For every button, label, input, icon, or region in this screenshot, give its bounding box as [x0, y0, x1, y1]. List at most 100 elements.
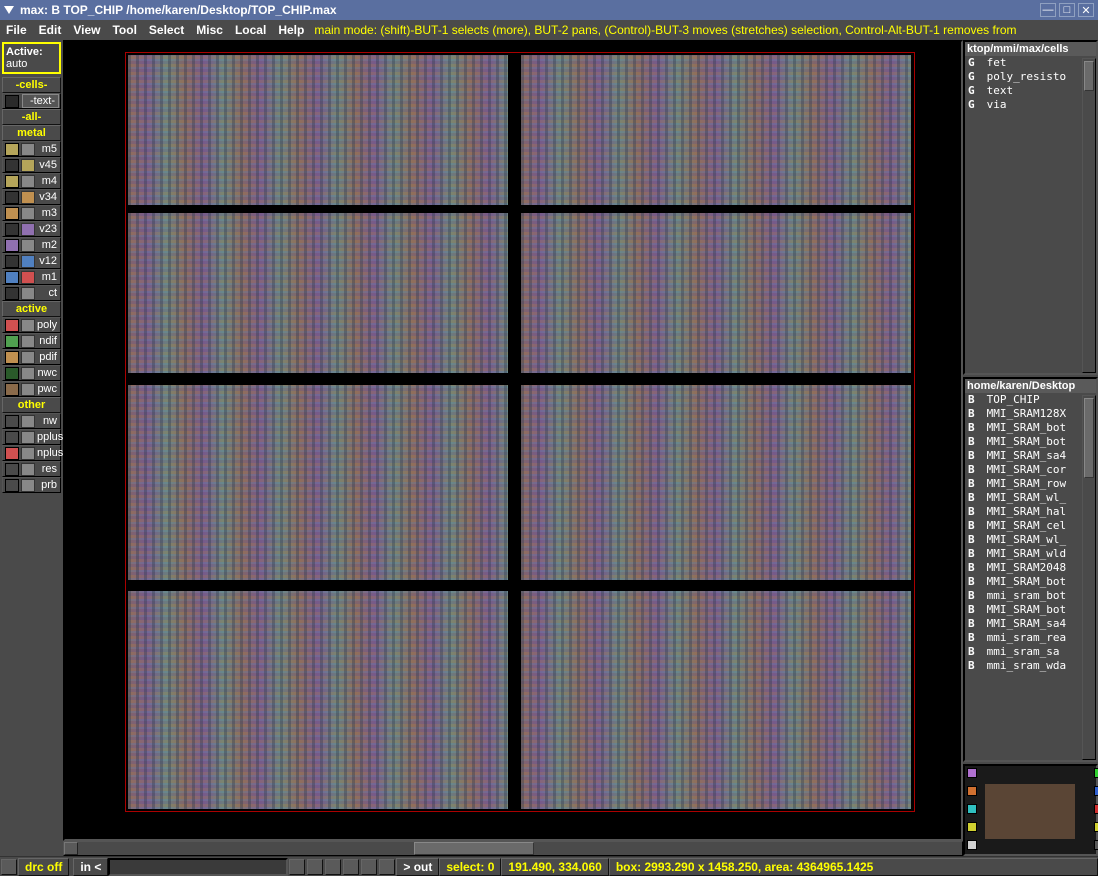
- color-swatch[interactable]: [1094, 786, 1098, 796]
- layer-palette: Active: auto -cells- -text- -all- metal …: [0, 40, 63, 856]
- layer-pplus[interactable]: pplus: [2, 429, 61, 445]
- layer-m3[interactable]: m3: [2, 205, 61, 221]
- section-other[interactable]: other: [2, 397, 61, 413]
- layout-canvas[interactable]: [63, 40, 963, 841]
- maximize-button[interactable]: □: [1059, 3, 1075, 17]
- list-item[interactable]: B MMI_SRAM_bot: [965, 575, 1096, 589]
- color-swatch[interactable]: [1094, 768, 1098, 778]
- active-layer-box[interactable]: Active: auto: [2, 42, 61, 74]
- layer-prb[interactable]: prb: [2, 477, 61, 493]
- menu-edit[interactable]: Edit: [33, 21, 68, 39]
- layer-pdif[interactable]: pdif: [2, 349, 61, 365]
- status-btn[interactable]: [289, 859, 305, 875]
- color-swatch[interactable]: [967, 786, 977, 796]
- status-btn[interactable]: [1, 859, 17, 875]
- command-input[interactable]: [108, 858, 288, 876]
- layer-label: v23: [37, 223, 60, 235]
- list-item[interactable]: G via: [965, 98, 1096, 112]
- section-cells[interactable]: -cells-: [2, 77, 61, 93]
- scroll-thumb[interactable]: [414, 842, 534, 855]
- status-btn[interactable]: [379, 859, 395, 875]
- list-item[interactable]: B MMI_SRAM_bot: [965, 435, 1096, 449]
- list-item[interactable]: B mmi_sram_wda: [965, 659, 1096, 673]
- status-btn[interactable]: [361, 859, 377, 875]
- status-btn[interactable]: [343, 859, 359, 875]
- color-swatch[interactable]: [1094, 822, 1098, 832]
- layer-ct[interactable]: ct: [2, 285, 61, 301]
- swatch-icon: [5, 335, 19, 348]
- layer-m1[interactable]: m1: [2, 269, 61, 285]
- layer-nw[interactable]: nw: [2, 413, 61, 429]
- vertical-scrollbar[interactable]: [1082, 58, 1096, 373]
- layer-nplus[interactable]: nplus: [2, 445, 61, 461]
- layer-nwc[interactable]: nwc: [2, 365, 61, 381]
- layer-m4[interactable]: m4: [2, 173, 61, 189]
- color-swatch[interactable]: [967, 768, 977, 778]
- menu-file[interactable]: File: [0, 21, 33, 39]
- swatch-icon: [21, 463, 35, 476]
- color-swatch[interactable]: [967, 822, 977, 832]
- list-item[interactable]: B MMI_SRAM_sa4: [965, 617, 1096, 631]
- layer-res[interactable]: res: [2, 461, 61, 477]
- list-item[interactable]: B MMI_SRAM2048: [965, 561, 1096, 575]
- layer-v12[interactable]: v12: [2, 253, 61, 269]
- scroll-left-icon[interactable]: [64, 842, 78, 855]
- menu-help[interactable]: Help: [272, 21, 310, 39]
- list-item[interactable]: G text: [965, 84, 1096, 98]
- layer-v45[interactable]: v45: [2, 157, 61, 173]
- list-item[interactable]: B TOP_CHIP: [965, 393, 1096, 407]
- color-swatch[interactable]: [1094, 804, 1098, 814]
- section-active[interactable]: active: [2, 301, 61, 317]
- list-item[interactable]: B mmi_sram_rea: [965, 631, 1096, 645]
- status-btn[interactable]: [325, 859, 341, 875]
- section-all[interactable]: -all-: [2, 109, 61, 125]
- layer-text-toggle[interactable]: -text-: [2, 93, 61, 109]
- list-item[interactable]: B MMI_SRAM_bot: [965, 421, 1096, 435]
- list-item[interactable]: B MMI_SRAM_wl_: [965, 491, 1096, 505]
- horizontal-scrollbar[interactable]: [63, 841, 963, 856]
- list-item[interactable]: B mmi_sram_bot: [965, 589, 1096, 603]
- layer-v34[interactable]: v34: [2, 189, 61, 205]
- swatch-icon: [5, 463, 19, 476]
- swatch-icon: [21, 383, 35, 396]
- list-item[interactable]: B MMI_SRAM_sa4: [965, 449, 1096, 463]
- list-item[interactable]: B MMI_SRAM_cor: [965, 463, 1096, 477]
- swatch-icon: [5, 175, 19, 188]
- layer-m5[interactable]: m5: [2, 141, 61, 157]
- list-item[interactable]: G poly_resisto: [965, 70, 1096, 84]
- layer-poly[interactable]: poly: [2, 317, 61, 333]
- list-item[interactable]: B MMI_SRAM_cel: [965, 519, 1096, 533]
- list-item[interactable]: B MMI_SRAM_wld: [965, 547, 1096, 561]
- drc-status[interactable]: drc off: [18, 858, 69, 876]
- menu-view[interactable]: View: [67, 21, 106, 39]
- layer-m2[interactable]: m2: [2, 237, 61, 253]
- vertical-scrollbar[interactable]: [1082, 395, 1096, 760]
- color-swatch[interactable]: [1094, 840, 1098, 850]
- color-swatch[interactable]: [967, 804, 977, 814]
- layer-label: m3: [37, 207, 60, 219]
- menu-select[interactable]: Select: [143, 21, 190, 39]
- close-button[interactable]: ✕: [1078, 3, 1094, 17]
- list-item[interactable]: B MMI_SRAM_hal: [965, 505, 1096, 519]
- layer-ndif[interactable]: ndif: [2, 333, 61, 349]
- menu-local[interactable]: Local: [229, 21, 272, 39]
- menubar: File Edit View Tool Select Misc Local He…: [0, 20, 1098, 40]
- minimap[interactable]: [963, 764, 1098, 856]
- layer-pwc[interactable]: pwc: [2, 381, 61, 397]
- menu-misc[interactable]: Misc: [190, 21, 229, 39]
- menu-tool[interactable]: Tool: [106, 21, 142, 39]
- list-item[interactable]: B MMI_SRAM_row: [965, 477, 1096, 491]
- color-swatch[interactable]: [967, 840, 977, 850]
- list-item[interactable]: B MMI_SRAM128X: [965, 407, 1096, 421]
- dropdown-icon[interactable]: [4, 6, 14, 14]
- list-item[interactable]: G fet: [965, 56, 1096, 70]
- layer-label: pdif: [37, 351, 60, 363]
- layer-v23[interactable]: v23: [2, 221, 61, 237]
- list-item[interactable]: B MMI_SRAM_wl_: [965, 533, 1096, 547]
- minimize-button[interactable]: —: [1040, 3, 1056, 17]
- swatch-icon: [21, 335, 35, 348]
- list-item[interactable]: B MMI_SRAM_bot: [965, 603, 1096, 617]
- status-btn[interactable]: [307, 859, 323, 875]
- section-metal[interactable]: metal: [2, 125, 61, 141]
- list-item[interactable]: B mmi_sram_sa: [965, 645, 1096, 659]
